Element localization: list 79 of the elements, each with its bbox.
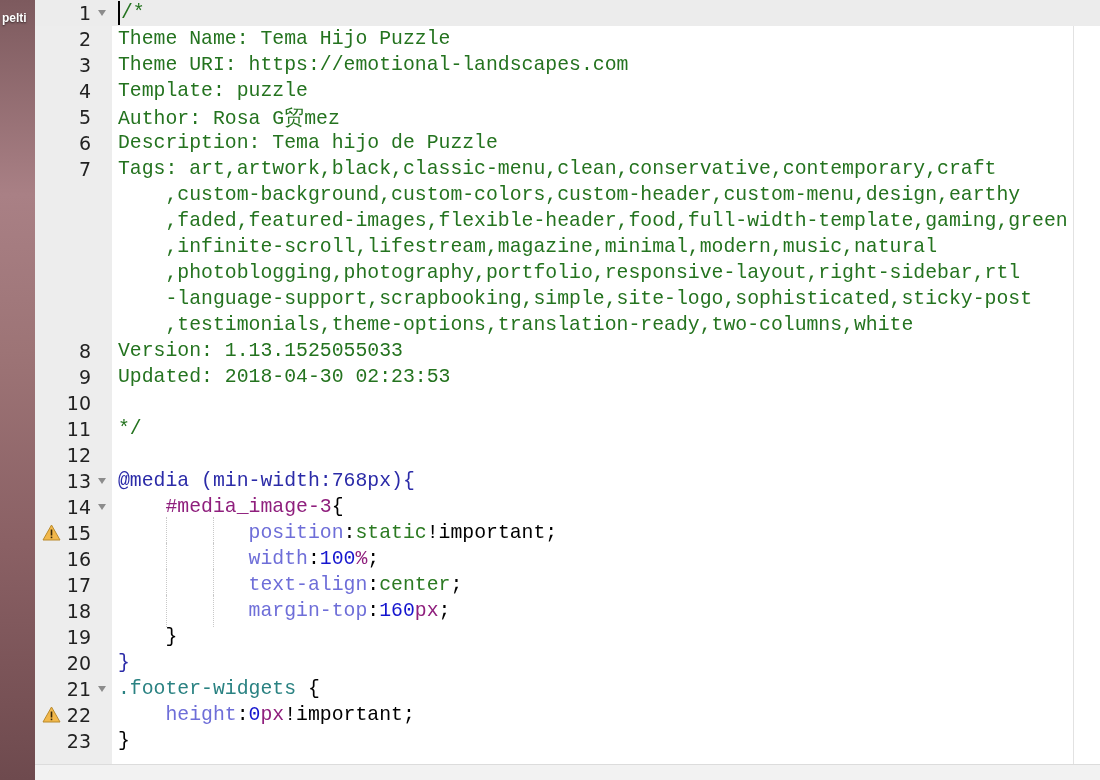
code-selector: .footer-widgets (118, 678, 297, 700)
warning-icon (42, 706, 61, 723)
line-number: 14 (66, 495, 91, 520)
code-unit: px (260, 704, 285, 726)
line-number: 22 (66, 703, 91, 728)
code-punctuation: : (367, 600, 380, 622)
code-punctuation: : (236, 704, 249, 726)
code-comment: -language-support,scrapbooking,simple,site-logo,sophisticated,sticky-post (165, 288, 1033, 310)
code-property: height (165, 704, 237, 726)
line-number: 18 (66, 599, 91, 624)
code-comment: Theme URI: https://emotional-landscapes.com (118, 54, 629, 76)
line-number: 3 (78, 53, 91, 78)
code-punctuation: { (306, 678, 320, 700)
code-punctuation: } (118, 730, 130, 752)
fold-arrow-icon[interactable] (97, 478, 106, 484)
line-number: 13 (66, 469, 91, 494)
line-number: 20 (66, 651, 91, 676)
code-value: static (355, 522, 427, 544)
code-punctuation: !important; (426, 522, 558, 544)
code-comment: Updated: 2018-04-30 02:23:53 (118, 366, 451, 388)
code-comment: /* (121, 2, 145, 24)
code-punctuation: } (118, 652, 130, 674)
code-number: 160 (379, 600, 415, 622)
line-number: 6 (78, 131, 91, 156)
code-punctuation: ; (367, 548, 380, 570)
line-number: 7 (78, 157, 91, 182)
code-editor[interactable] (35, 0, 1100, 764)
line-number: 5 (78, 105, 91, 130)
code-punctuation: ; (450, 574, 463, 596)
code-punctuation: : (367, 574, 380, 596)
fold-arrow-icon[interactable] (97, 10, 106, 16)
code-comment: ,testimonials,theme-options,translation-ready,two-columns,white (165, 314, 914, 336)
code-comment: Description: Tema hijo de Puzzle (118, 132, 498, 154)
code-property: margin-top (248, 600, 368, 622)
code-punctuation: : (343, 522, 356, 544)
code-comment: Template: puzzle (118, 80, 308, 102)
line-number: 9 (78, 365, 91, 390)
code-property: width (248, 548, 308, 570)
line-number: 12 (66, 443, 91, 468)
line-number: 16 (66, 547, 91, 572)
code-punctuation: !important; (284, 704, 415, 726)
line-number: 15 (66, 521, 91, 546)
code-comment: Version: 1.13.1525055033 (118, 340, 403, 362)
desktop-icon-label: pelti (2, 11, 28, 25)
line-number: 23 (66, 729, 91, 754)
code-value: center (379, 574, 451, 596)
line-number: 21 (66, 677, 91, 702)
code-number: 0 (248, 704, 261, 726)
code-comment: ,custom-background,custom-colors,custom-header,custom-menu,design,earthy (165, 184, 1021, 206)
code-punctuation: } (165, 626, 178, 648)
line-number: 17 (66, 573, 91, 598)
code-punctuation: ; (438, 600, 451, 622)
code-comment: Tags: art,artwork,black,classic-menu,clean,conservative,contemporary,craft (118, 158, 997, 180)
code-property: position (248, 522, 344, 544)
line-number: 1 (78, 1, 91, 26)
line-number: 19 (66, 625, 91, 650)
code-comment: ,infinite-scroll,lifestream,magazine,minimal,modern,music,natural (165, 236, 938, 258)
code-number: 100 (319, 548, 356, 570)
code-punctuation: { (331, 496, 344, 518)
line-number: 4 (78, 79, 91, 104)
code-comment: */ (118, 418, 142, 440)
code-unit: px (414, 600, 439, 622)
line-number: 11 (66, 417, 91, 442)
line-number: 8 (78, 339, 91, 364)
code-at-rule: @media (min-width:768px){ (118, 470, 415, 492)
fold-arrow-icon[interactable] (97, 504, 106, 510)
line-number: 2 (78, 27, 91, 52)
code-comment: ,faded,featured-images,flexible-header,food,full-width-template,gaming,green (165, 210, 1068, 232)
code-property: text-align (248, 574, 368, 596)
code-selector: #media_image-3 (165, 496, 332, 518)
warning-icon (42, 524, 61, 541)
line-number: 10 (66, 391, 91, 416)
code-punctuation: : (307, 548, 320, 570)
code-comment: Author: Rosa G贸mez (118, 106, 340, 131)
text-cursor (118, 1, 120, 25)
code-comment: Theme Name: Tema Hijo Puzzle (118, 28, 451, 50)
code-unit: % (355, 548, 368, 570)
fold-arrow-icon[interactable] (97, 686, 106, 692)
code-comment: ,photoblogging,photography,portfolio,responsive-layout,right-sidebar,rtl (165, 262, 1021, 284)
